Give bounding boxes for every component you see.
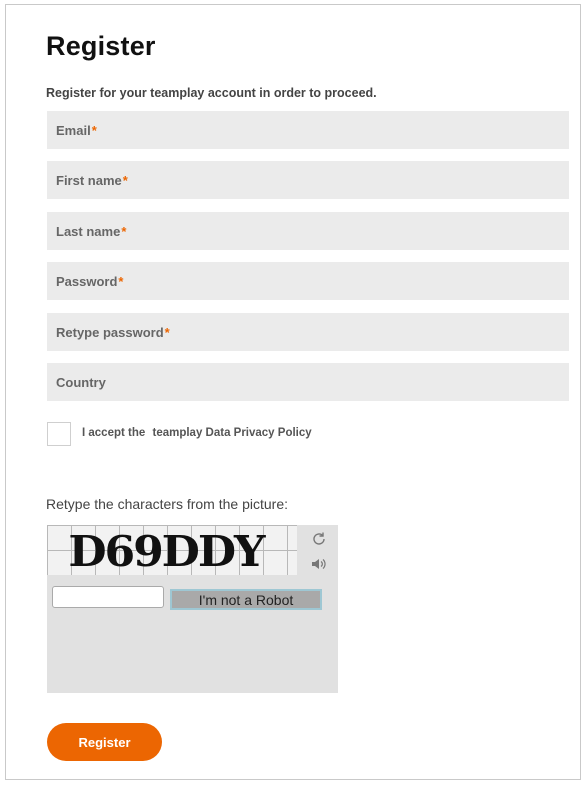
captcha-characters: D69DDY	[68, 527, 265, 575]
captcha-widget: D69DDY I'm not a Robot	[47, 525, 338, 693]
speaker-icon[interactable]	[309, 554, 329, 574]
page-title: Register	[46, 31, 156, 61]
country-field[interactable]: Country	[47, 363, 569, 401]
required-marker: *	[91, 122, 97, 138]
registration-panel: Register Register for your teamplay acco…	[5, 4, 581, 780]
retype-password-field[interactable]: Retype password *	[47, 313, 569, 351]
page-subtitle: Register for your teamplay account in or…	[46, 86, 377, 100]
required-marker: *	[122, 172, 128, 188]
country-label: Country	[56, 374, 106, 390]
first-name-label: First name	[56, 172, 122, 188]
privacy-prefix: I accept the	[82, 427, 146, 439]
last-name-field[interactable]: Last name *	[47, 212, 569, 250]
required-marker: *	[121, 223, 127, 239]
last-name-label: Last name	[56, 223, 121, 239]
captcha-label: Retype the characters from the picture:	[46, 496, 288, 512]
not-a-robot-button[interactable]: I'm not a Robot	[170, 589, 322, 610]
privacy-checkbox[interactable]	[47, 422, 71, 446]
required-marker: *	[118, 273, 124, 289]
email-field[interactable]: Email *	[47, 111, 569, 149]
privacy-acceptance: I accept the teamplay Data Privacy Polic…	[82, 427, 312, 439]
captcha-input[interactable]	[52, 586, 164, 608]
refresh-icon[interactable]	[309, 529, 329, 549]
password-label: Password	[56, 273, 118, 289]
retype-password-label: Retype password	[56, 324, 164, 340]
first-name-field[interactable]: First name *	[47, 161, 569, 199]
privacy-policy-link[interactable]: teamplay Data Privacy Policy	[152, 427, 311, 439]
captcha-image: D69DDY	[47, 525, 297, 575]
email-label: Email	[56, 122, 91, 138]
required-marker: *	[164, 324, 170, 340]
password-field[interactable]: Password *	[47, 262, 569, 300]
register-button[interactable]: Register	[47, 723, 162, 761]
